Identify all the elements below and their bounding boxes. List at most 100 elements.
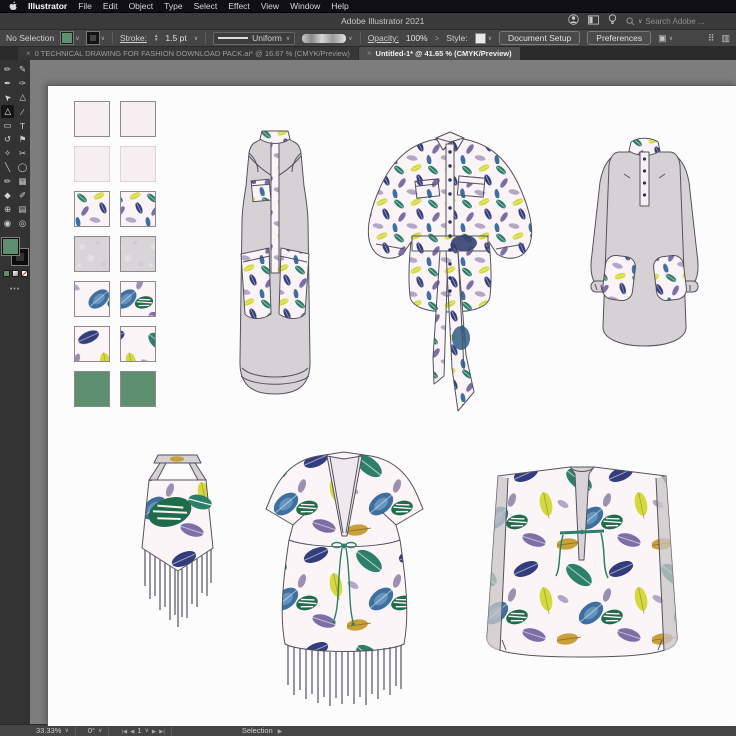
artboard-swatch-r7c2[interactable]: [120, 371, 156, 407]
document-tab-technical-drawing[interactable]: × 0 TECHNICAL DRAWING FOR FASHION DOWNLO…: [18, 47, 358, 60]
menu-file[interactable]: File: [78, 0, 92, 12]
chevron-down-icon[interactable]: [194, 35, 198, 42]
grid-options-icon[interactable]: ⠿: [708, 33, 715, 44]
menu-help[interactable]: Help: [331, 0, 348, 12]
menu-select[interactable]: Select: [194, 0, 218, 12]
artboard-swatch-r2c1[interactable]: [74, 146, 110, 182]
stroke-color-swatch[interactable]: [87, 32, 99, 44]
scissors-tool[interactable]: ✂: [16, 147, 29, 160]
fill-indicator[interactable]: [2, 238, 19, 255]
artboard-swatch-r4c2[interactable]: [120, 236, 156, 272]
menu-edit[interactable]: Edit: [103, 0, 118, 12]
menu-type[interactable]: Type: [164, 0, 182, 12]
selection-tool[interactable]: ➤: [1, 91, 14, 104]
artboard-swatch-r3c1[interactable]: [74, 191, 110, 227]
stroke-label[interactable]: Stroke:: [120, 33, 147, 43]
artboard-swatch-r7c1[interactable]: [74, 371, 110, 407]
direct-selection-tool[interactable]: ▷: [16, 91, 29, 104]
collapse-panel-icon[interactable]: ▥: [721, 33, 730, 44]
artboard-swatch-r6c1[interactable]: [74, 326, 110, 362]
artboard-swatch-r6c2[interactable]: [120, 326, 156, 362]
artboard-navigation[interactable]: 1: [115, 725, 171, 736]
document-setup-button[interactable]: Document Setup: [499, 31, 580, 45]
stroke-weight-stepper[interactable]: ▲▼: [154, 34, 158, 43]
width-tool[interactable]: ◎: [16, 217, 29, 230]
document-tab-untitled-1[interactable]: × Untitled-1* @ 41.65 % (CMYK/Preview): [359, 47, 520, 60]
garment-boxy-kaftan-top[interactable]: [462, 460, 702, 705]
rectangle-tool[interactable]: ▭: [1, 119, 14, 132]
hand-tool[interactable]: ▤: [16, 203, 29, 216]
fill-color-control[interactable]: [61, 32, 79, 44]
artboard-swatch-r4c1[interactable]: [74, 236, 110, 272]
pencil-tool[interactable]: ✏: [1, 63, 14, 76]
garment-belted-kimono-shirt[interactable]: [358, 130, 542, 420]
canvas-workspace[interactable]: [30, 60, 736, 724]
last-artboard-icon[interactable]: [159, 726, 165, 735]
artboard-swatch-r2c2[interactable]: [120, 146, 156, 182]
fill-color-swatch[interactable]: [61, 32, 73, 44]
knife-tool[interactable]: ╲: [1, 161, 14, 174]
status-indicator[interactable]: Selection: [242, 726, 282, 735]
paintbrush-tool[interactable]: ✐: [16, 189, 29, 202]
workspace-switcher-icon[interactable]: [588, 12, 599, 30]
group-selection-tool[interactable]: ▷: [1, 105, 14, 118]
previous-artboard-icon[interactable]: [130, 726, 134, 735]
rotation-control[interactable]: 0°: [82, 725, 110, 736]
ellipse-tool[interactable]: ◯: [16, 161, 29, 174]
eyedropper-tool[interactable]: ✧: [1, 147, 14, 160]
next-artboard-icon[interactable]: [152, 726, 156, 735]
first-artboard-icon[interactable]: [121, 726, 127, 735]
artboard[interactable]: [48, 86, 736, 726]
line-segment-tool[interactable]: ∕: [16, 105, 29, 118]
graphic-style-control[interactable]: [475, 33, 492, 44]
more-options-arrow[interactable]: >: [435, 34, 440, 43]
smooth-tool[interactable]: ✎: [16, 63, 29, 76]
graphic-style-swatch[interactable]: [475, 33, 486, 44]
pen-tool[interactable]: ✒: [1, 77, 14, 90]
artboard-swatch-r1c1[interactable]: [74, 101, 110, 137]
menu-object[interactable]: Object: [129, 0, 154, 12]
stroke-weight-value[interactable]: 1.5 pt: [165, 33, 186, 43]
artboard-swatch-r5c1[interactable]: [74, 281, 110, 317]
zoom-level-control[interactable]: 33.33%: [30, 725, 76, 736]
garment-long-sleeve-tunic-dress[interactable]: [562, 136, 727, 371]
rotate-tool[interactable]: ↺: [1, 133, 14, 146]
lightbulb-icon[interactable]: [608, 12, 617, 30]
garment-fringe-halter-top[interactable]: [120, 450, 235, 640]
account-icon[interactable]: [568, 12, 579, 30]
menu-view[interactable]: View: [261, 0, 279, 12]
color-button[interactable]: [3, 270, 10, 277]
zoom-tool[interactable]: ⊕: [1, 203, 14, 216]
opacity-value[interactable]: 100%: [406, 33, 428, 43]
opacity-label[interactable]: Opacity:: [368, 33, 399, 43]
shaper-tool[interactable]: ✏: [1, 175, 14, 188]
menu-effect[interactable]: Effect: [228, 0, 250, 12]
menu-window[interactable]: Window: [290, 0, 320, 12]
mesh-tool[interactable]: ▦: [16, 175, 29, 188]
artboard-tool[interactable]: ⚑: [16, 133, 29, 146]
fill-stroke-indicator[interactable]: [2, 238, 28, 265]
menu-illustrator[interactable]: Illustrator: [28, 0, 67, 12]
garment-fringe-kaftan-dress[interactable]: [252, 446, 437, 726]
close-icon[interactable]: ×: [367, 49, 372, 58]
variable-width-profile[interactable]: Uniform: [213, 32, 295, 45]
apple-menu-icon[interactable]: [8, 1, 17, 11]
none-button[interactable]: [21, 270, 28, 277]
garment-sleeveless-shirt-dress[interactable]: [225, 128, 325, 413]
artboard-swatch-r5c2[interactable]: [120, 281, 156, 317]
brush-definition[interactable]: [302, 34, 352, 43]
add-anchor-point-tool[interactable]: ✑: [16, 77, 29, 90]
artboard-swatch-r1c2[interactable]: [120, 101, 156, 137]
gradient-button[interactable]: [12, 270, 19, 277]
search-adobe[interactable]: Search Adobe ...: [626, 17, 734, 26]
type-tool[interactable]: T: [16, 119, 29, 132]
arrange-documents-control[interactable]: ▣: [658, 33, 673, 44]
close-icon[interactable]: ×: [26, 49, 31, 58]
preferences-button[interactable]: Preferences: [587, 31, 651, 45]
artboard-swatch-r3c2[interactable]: [120, 191, 156, 227]
stroke-color-control[interactable]: [87, 32, 105, 44]
shape-builder-tool[interactable]: ◉: [1, 217, 14, 230]
gradient-tool[interactable]: ◆: [1, 189, 14, 202]
edit-toolbar-button[interactable]: •••: [10, 286, 20, 293]
artboard-number[interactable]: 1: [137, 726, 141, 735]
